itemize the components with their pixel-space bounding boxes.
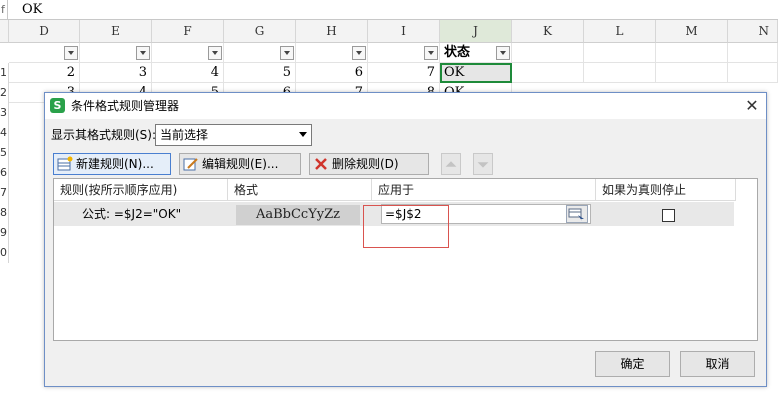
new-rule-button[interactable]: 新建规则(N)...: [53, 153, 171, 175]
cell-f1[interactable]: 4: [152, 63, 224, 83]
header-cell-j[interactable]: 状态: [440, 43, 512, 63]
app-logo-icon: S: [50, 98, 65, 113]
column-header-applies-to: 应用于: [372, 179, 596, 201]
row-header[interactable]: 1: [0, 63, 9, 83]
range-select-button[interactable]: [566, 205, 588, 223]
edit-rule-label: 编辑规则(E)...: [202, 157, 279, 171]
grid-cell[interactable]: [584, 43, 656, 63]
header-cell-f[interactable]: [152, 43, 224, 63]
show-rules-select[interactable]: 当前选择: [155, 124, 312, 146]
formula-bar: f OK: [0, 0, 778, 20]
edit-rule-icon: [183, 158, 198, 171]
dialog-title-bar[interactable]: S 条件格式规则管理器 ✕: [45, 93, 766, 119]
column-header-h[interactable]: H: [296, 20, 368, 43]
cell-j1-selected[interactable]: OK: [440, 63, 512, 83]
delete-rule-button[interactable]: 删除规则(D): [309, 153, 429, 175]
column-header-l[interactable]: L: [584, 20, 656, 43]
filter-dropdown-icon[interactable]: [208, 46, 222, 60]
filter-dropdown-icon[interactable]: [496, 46, 510, 60]
close-icon[interactable]: ✕: [739, 93, 765, 119]
arrow-down-icon: [477, 162, 489, 168]
row-header[interactable]: 9: [0, 223, 9, 243]
filter-dropdown-icon[interactable]: [64, 46, 78, 60]
column-header-e[interactable]: E: [80, 20, 152, 43]
grid-cell[interactable]: [584, 63, 656, 83]
arrow-up-icon: [445, 161, 457, 167]
grid-cell[interactable]: [656, 63, 728, 83]
cell-i1[interactable]: 7: [368, 63, 440, 83]
cell-h1[interactable]: 6: [296, 63, 368, 83]
column-header-m[interactable]: M: [656, 20, 728, 43]
delete-rule-label: 删除规则(D): [332, 157, 399, 171]
filter-dropdown-icon[interactable]: [424, 46, 438, 60]
row-header[interactable]: 8: [0, 203, 9, 223]
header-cell-i[interactable]: [368, 43, 440, 63]
dialog-title: 条件格式规则管理器: [71, 99, 180, 113]
filter-dropdown-icon[interactable]: [280, 46, 294, 60]
annotation-highlight-box: [363, 205, 449, 248]
row-header[interactable]: 4: [0, 123, 9, 143]
cell-d1[interactable]: 2: [9, 63, 80, 83]
header-cell-e[interactable]: [80, 43, 152, 63]
row-header[interactable]: 3: [0, 103, 9, 123]
row-header[interactable]: 6: [0, 163, 9, 183]
formula-input[interactable]: OK: [22, 0, 42, 20]
corner-cell[interactable]: [0, 20, 9, 43]
rules-table: 规则(按所示顺序应用) 格式 应用于 如果为真则停止 公式: =$J2="OK"…: [53, 178, 758, 341]
column-header-rule: 规则(按所示顺序应用): [54, 179, 228, 201]
move-down-button[interactable]: [473, 153, 493, 175]
chevron-down-icon[interactable]: [299, 132, 307, 137]
edit-rule-button[interactable]: 编辑规则(E)...: [179, 153, 301, 175]
delete-icon: [315, 158, 327, 170]
grid-cell[interactable]: [728, 43, 778, 63]
header-cell-g[interactable]: [224, 43, 296, 63]
column-header-k[interactable]: K: [512, 20, 584, 43]
cancel-button[interactable]: 取消: [680, 351, 755, 377]
stop-if-true-checkbox[interactable]: [662, 209, 675, 222]
cell-e1[interactable]: 3: [80, 63, 152, 83]
cell-g1[interactable]: 5: [224, 63, 296, 83]
conditional-format-rules-dialog: S 条件格式规则管理器 ✕ 显示其格式规则(S): 当前选择 新建规则(N)..…: [44, 92, 767, 387]
rule-condition: 公式: =$J2="OK": [82, 207, 182, 221]
new-rule-label: 新建规则(N)...: [76, 157, 154, 171]
column-header-f[interactable]: F: [152, 20, 224, 43]
column-header-j[interactable]: J: [440, 20, 512, 43]
grid-cell[interactable]: [512, 43, 584, 63]
column-header-g[interactable]: G: [224, 20, 296, 43]
grid-cell[interactable]: [728, 63, 778, 83]
format-preview: AaBbCcYyZz: [236, 205, 360, 225]
column-header-format: 格式: [228, 179, 372, 201]
row-header[interactable]: 0: [0, 243, 9, 263]
filter-dropdown-icon[interactable]: [352, 46, 366, 60]
column-header-stop-if-true: 如果为真则停止: [596, 179, 736, 201]
show-rules-label: 显示其格式规则(S):: [51, 128, 157, 142]
header-cell-j-text: 状态: [444, 45, 471, 60]
range-select-icon: [568, 208, 584, 221]
column-header-i[interactable]: I: [368, 20, 440, 43]
filter-dropdown-icon[interactable]: [136, 46, 150, 60]
header-cell-d[interactable]: [9, 43, 80, 63]
row-header[interactable]: 2: [0, 83, 9, 103]
formula-bar-left-edge: f: [0, 0, 8, 20]
grid-cell[interactable]: [656, 43, 728, 63]
header-cell-h[interactable]: [296, 43, 368, 63]
row-header[interactable]: 5: [0, 143, 9, 163]
ok-button[interactable]: 确定: [595, 351, 670, 377]
grid-cell[interactable]: [512, 63, 584, 83]
row-header[interactable]: 7: [0, 183, 9, 203]
column-header-d[interactable]: D: [9, 20, 80, 43]
move-up-button[interactable]: [441, 153, 461, 175]
new-rule-icon: [57, 156, 73, 171]
column-header-n[interactable]: N: [728, 20, 778, 43]
